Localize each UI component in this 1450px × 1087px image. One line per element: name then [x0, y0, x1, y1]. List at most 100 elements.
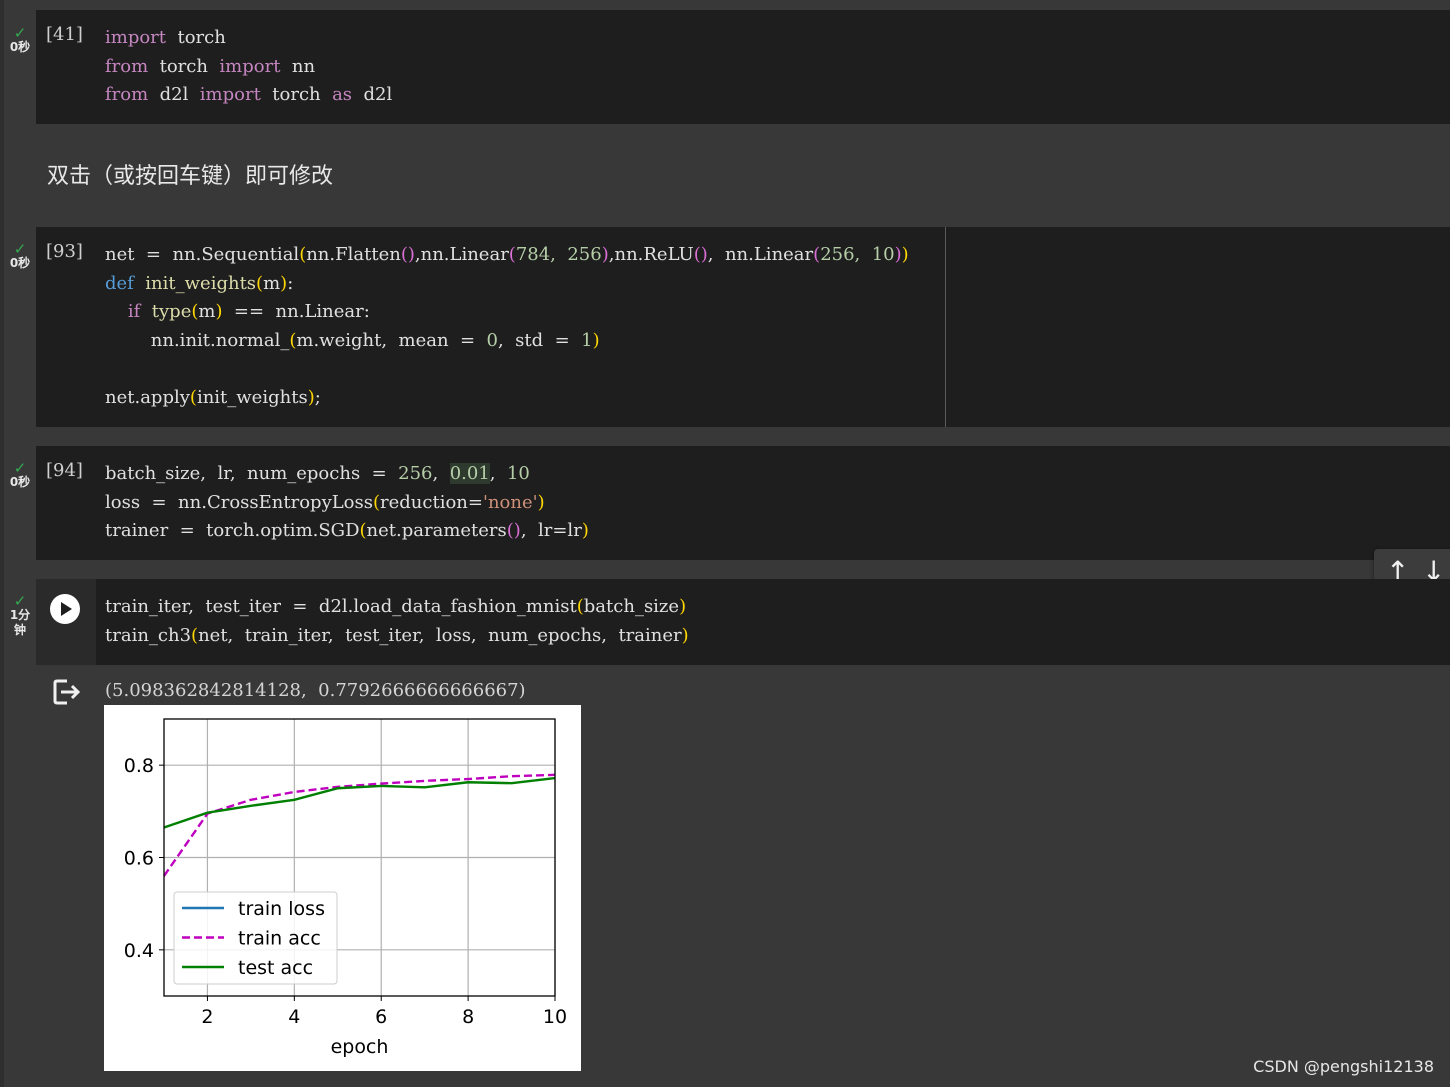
code-token: ,nn.ReLU — [608, 244, 694, 265]
exec-count: [41] — [46, 24, 83, 45]
code-line: from torch import nn — [105, 53, 392, 82]
exec-time-line2: 钟 — [13, 623, 26, 637]
code-token: torch — [148, 55, 220, 77]
code-editor[interactable]: net = nn.Sequential(nn.Flatten(),nn.Line… — [105, 241, 909, 413]
chart-svg: 2 4 6 8 10 0.4 0.6 0.8 epoch train loss train acc t… — [124, 718, 567, 1058]
exec-time: 0秒 — [9, 40, 31, 54]
cell-status: ✓ 0秒 — [6, 242, 34, 271]
code-token: nn.Flatten — [306, 244, 401, 265]
code-cell-1[interactable]: [41] import torch from torch import nn fro… — [36, 10, 1450, 124]
code-line: import torch — [105, 24, 392, 53]
code-token: m — [263, 272, 281, 294]
code-line: if type(m) == nn.Linear: — [105, 298, 909, 327]
code-token: ) — [537, 491, 545, 513]
code-line: def init_weights(m): — [105, 270, 909, 299]
exec-time: 0秒 — [9, 475, 31, 489]
code-editor[interactable]: import torch from torch import nn from d2l… — [105, 24, 392, 110]
legend-label: train loss — [238, 898, 325, 920]
code-token: 10 — [871, 244, 895, 265]
code-token: d2l — [352, 84, 393, 106]
code-token: net = nn.Sequential — [105, 244, 300, 265]
code-token: if — [127, 301, 141, 323]
code-token: d2l — [148, 84, 200, 106]
code-line: net = nn.Sequential(nn.Flatten(),nn.Line… — [105, 241, 909, 270]
code-token: reduction= — [380, 491, 483, 513]
code-token: ( — [359, 520, 367, 542]
code-token: net, train_iter, test_iter, loss, num_ep… — [198, 624, 682, 646]
run-cell-button[interactable] — [50, 594, 80, 624]
code-token: init_weights — [196, 387, 308, 409]
check-icon: ✓ — [13, 240, 27, 258]
y-tick-label: 0.6 — [124, 848, 154, 870]
code-editor[interactable]: batch_size, lr, num_epochs = 256, 0.01 , … — [105, 460, 589, 546]
y-tick-label: 0.4 — [124, 940, 154, 962]
code-token: import — [105, 27, 167, 48]
code-cell-2[interactable]: [93] net = nn.Sequential(nn.Flatten(),nn… — [36, 227, 1450, 427]
code-token: batch_size — [583, 596, 680, 617]
code-token: ) — [601, 244, 609, 265]
code-editor[interactable]: train_iter, test_iter = d2l.load_data_fa… — [105, 593, 689, 650]
code-token: ) — [679, 596, 687, 617]
code-token: ( — [576, 596, 584, 617]
code-token: ) — [307, 387, 315, 409]
check-icon: ✓ — [13, 459, 27, 477]
output-text: (5.098362842814128, 0.7792666666666667) — [105, 680, 526, 701]
x-tick-label: 6 — [375, 1006, 387, 1028]
code-line: train_iter, test_iter = d2l.load_data_fa… — [105, 593, 689, 622]
code-token: loss = nn.CrossEntropyLoss — [105, 491, 373, 513]
code-line: net.apply(init_weights); — [105, 384, 909, 413]
code-token: , nn.Linear — [707, 244, 814, 265]
x-tick-label: 10 — [543, 1006, 567, 1028]
legend-label: test acc — [238, 957, 313, 979]
x-tick-label: 4 — [288, 1006, 300, 1028]
exec-time-line1: 1分 — [9, 608, 31, 622]
code-token: import — [199, 84, 261, 106]
watermark: CSDN @pengshi12138 — [1253, 1057, 1434, 1076]
code-token: 256, — [820, 244, 872, 265]
code-line: train_ch3(net, train_iter, test_iter, lo… — [105, 622, 689, 651]
code-token: batch_size, lr, num_epochs = — [105, 463, 399, 484]
code-token: == nn.Linear: — [222, 301, 370, 323]
code-token: nn.init.normal_ — [105, 330, 290, 352]
code-cell-4[interactable]: train_iter, test_iter = d2l.load_data_fa… — [36, 579, 1450, 665]
code-token: train_ch3 — [105, 624, 192, 646]
code-token: 256 — [567, 244, 602, 265]
code-token: ) — [894, 244, 902, 265]
code-token: m — [198, 301, 216, 323]
code-token: , lr=lr — [520, 520, 582, 542]
x-tick-label: 2 — [201, 1006, 213, 1028]
code-token: as — [332, 84, 353, 106]
code-token: nn — [280, 55, 316, 77]
check-icon: ✓ — [13, 592, 27, 610]
code-token: type — [151, 301, 192, 323]
code-token: trainer = torch.optim.SGD — [105, 520, 360, 542]
code-token: train_iter, test_iter = d2l.load_data_fa… — [105, 596, 577, 617]
code-token: torch — [166, 27, 226, 48]
code-token: def — [105, 272, 134, 294]
code-token: ( — [189, 387, 197, 409]
markdown-cell[interactable]: 双击（或按回车键）即可修改 — [47, 158, 333, 190]
cell-status: ✓ 1分 钟 — [6, 594, 34, 638]
exec-count: [93] — [46, 241, 83, 262]
code-token: 'none' — [483, 491, 538, 513]
code-token: from — [105, 55, 149, 77]
code-line: loss = nn.CrossEntropyLoss(reduction='no… — [105, 489, 589, 518]
code-token: ,nn.Linear — [414, 244, 509, 265]
output-clear-icon[interactable] — [51, 677, 81, 707]
code-token: () — [400, 244, 415, 265]
code-token: m.weight, mean = — [296, 330, 487, 352]
code-line: nn.init.normal_(m.weight, mean = 0, std … — [105, 327, 909, 356]
code-cell-3[interactable]: [94] batch_size, lr, num_epochs = 256, 0… — [36, 446, 1450, 560]
y-tick-label: 0.8 — [124, 755, 154, 777]
exec-time: 0秒 — [9, 256, 31, 270]
cell-status: ✓ 0秒 — [6, 461, 34, 490]
code-token: () — [693, 244, 708, 265]
editor-ruler — [945, 227, 946, 427]
x-tick-label: 8 — [462, 1006, 474, 1028]
series-line-train-acc — [163, 773, 556, 877]
legend-label: train acc — [238, 928, 321, 950]
code-token: 10 — [506, 463, 530, 484]
